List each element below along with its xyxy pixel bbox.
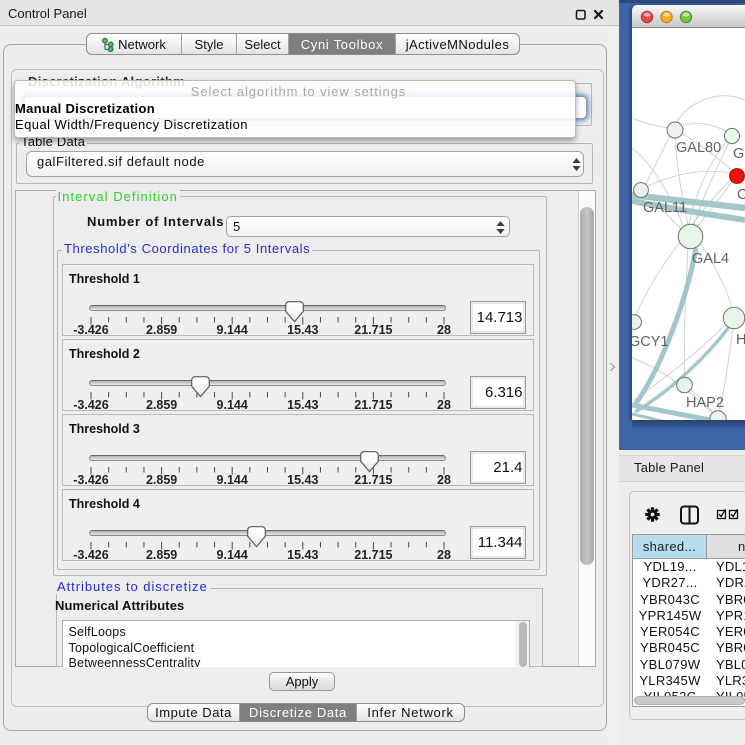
svg-text:GCY1: GCY1 <box>632 334 669 350</box>
svg-text:C: C <box>737 187 745 203</box>
svg-text:HAP2: HAP2 <box>686 395 724 411</box>
svg-text:G.: G. <box>733 146 745 162</box>
svg-text:GAL11: GAL11 <box>643 200 687 216</box>
svg-text:GAL80: GAL80 <box>676 140 721 156</box>
svg-text:GAL4: GAL4 <box>692 251 729 267</box>
svg-text:H: H <box>736 332 745 348</box>
